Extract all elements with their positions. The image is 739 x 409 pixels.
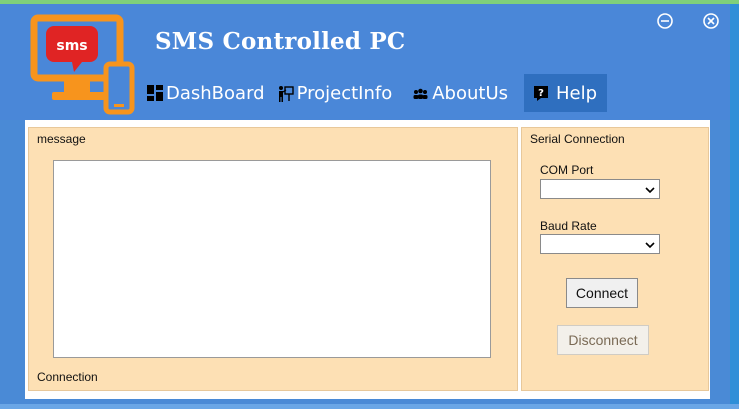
nav-item-label: AboutUs (432, 82, 509, 104)
logo-text: sms (56, 38, 87, 54)
nav-item-projectinfo[interactable]: ProjectInfo (271, 74, 399, 112)
baud-rate-select[interactable] (540, 234, 660, 254)
nav-item-aboutus[interactable]: AboutUs (406, 74, 514, 112)
nav-bar: DashBoard ProjectInfo AboutUs ? Help (140, 74, 608, 112)
group-icon (412, 85, 429, 102)
connect-button[interactable]: Connect (566, 278, 638, 308)
message-label: message (37, 132, 86, 146)
bottom-strip (0, 404, 739, 409)
connection-label: Connection (37, 370, 98, 384)
baud-rate-label: Baud Rate (540, 219, 597, 233)
app-logo: sms (30, 12, 140, 116)
nav-item-label: Help (556, 82, 598, 104)
nav-item-label: ProjectInfo (296, 82, 393, 104)
chevron-down-icon (645, 187, 655, 194)
close-button[interactable] (702, 12, 720, 30)
svg-text:?: ? (538, 88, 544, 99)
com-port-label: COM Port (540, 163, 594, 177)
app-window: sms SMS Controlled PC DashBoard ProjectI… (0, 4, 730, 404)
serial-connection-panel: Serial Connection COM Port Baud Rate Con… (521, 127, 709, 391)
minus-circle-icon (657, 13, 673, 29)
nav-item-help[interactable]: ? Help (524, 74, 608, 112)
message-panel: message Connection (28, 127, 518, 391)
disconnect-button[interactable]: Disconnect (557, 325, 649, 355)
serial-connection-label: Serial Connection (530, 132, 625, 146)
chevron-down-icon (645, 242, 655, 249)
dashboard-icon (146, 85, 163, 102)
x-circle-icon (703, 13, 719, 29)
presentation-icon (277, 85, 294, 102)
nav-item-label: DashBoard (166, 82, 265, 104)
nav-item-dashboard[interactable]: DashBoard (140, 74, 271, 112)
header-bar: sms SMS Controlled PC DashBoard ProjectI… (0, 4, 730, 120)
help-icon: ? (532, 85, 549, 102)
message-textbox[interactable] (53, 160, 491, 358)
content-area: message Connection Serial Connection COM… (25, 120, 710, 399)
app-title: SMS Controlled PC (155, 28, 406, 55)
minimize-button[interactable] (656, 12, 674, 30)
com-port-select[interactable] (540, 179, 660, 199)
